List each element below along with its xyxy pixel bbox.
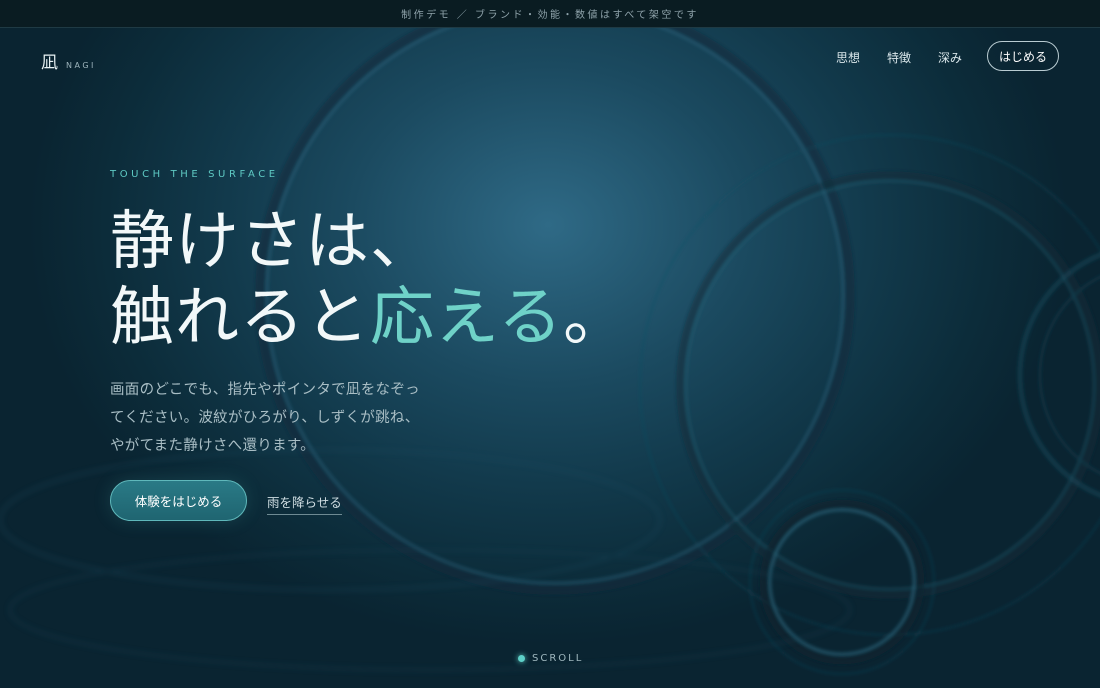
lead-line-3: やがてまた静けさへ還ります。 <box>110 438 316 454</box>
nav-link-features[interactable]: 特徴 <box>887 49 911 66</box>
brand-mark: 凪 <box>41 53 58 73</box>
lead-line-2: てください。波紋がひろがり、しずくが跳ね、 <box>110 410 420 426</box>
ripple-ring-far-right-inner <box>1038 275 1100 475</box>
lead-line-1: 画面のどこでも、指先やポインタで凪をなぞっ <box>110 382 420 398</box>
nav-link-depth[interactable]: 深み <box>938 49 962 66</box>
headline-line-1: 静けさは、 <box>110 205 435 279</box>
headline-line-2-end: 。 <box>563 281 629 355</box>
main-nav: 思想 特徴 深み <box>836 49 962 66</box>
nav-link-philosophy[interactable]: 思想 <box>836 49 860 66</box>
headline-line-2-plain: 触れると <box>110 281 370 355</box>
brand-logo[interactable]: 凪 NAGI <box>41 48 96 73</box>
hero-eyebrow: TOUCH THE SURFACE <box>110 169 279 180</box>
brand-wordmark: NAGI <box>66 61 96 70</box>
scroll-label: SCROLL <box>532 653 584 664</box>
scroll-dot-icon <box>518 655 525 662</box>
header-start-button[interactable]: はじめる <box>987 41 1059 71</box>
start-experience-button[interactable]: 体験をはじめる <box>110 480 247 521</box>
make-rain-link[interactable]: 雨を降らせる <box>267 492 342 515</box>
headline-line-2-accent: 応える <box>370 281 564 355</box>
ripple-ring-far-right <box>1017 252 1100 498</box>
landing-page[interactable]: 制作デモ ／ ブランド・効能・数値はすべて架空です 凪 NAGI 思想 特徴 深… <box>0 0 1100 688</box>
hero-lead-text: 画面のどこでも、指先やポインタで凪をなぞっ てください。波紋がひろがり、しずくが… <box>110 376 440 460</box>
scroll-indicator[interactable]: SCROLL <box>518 653 583 664</box>
hero-section: TOUCH THE SURFACE 静けさは、 触れると応える。 画面のどこでも… <box>110 0 810 688</box>
hero-headline: 静けさは、 触れると応える。 <box>110 204 628 356</box>
